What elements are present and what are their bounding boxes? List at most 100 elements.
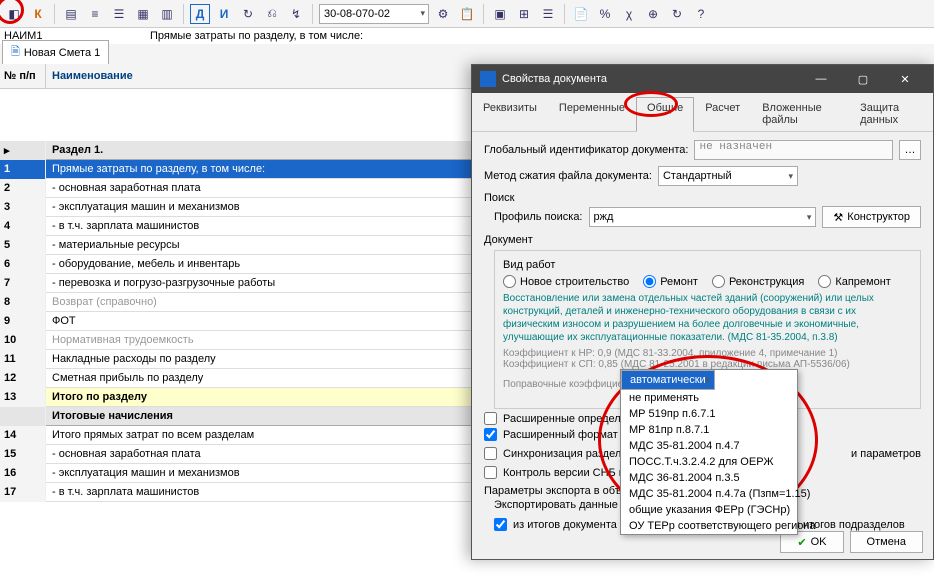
tab-label: Новая Смета 1 xyxy=(24,47,100,59)
tb-sep xyxy=(483,4,484,24)
dd-item[interactable]: ПОСС.Т.ч.3.2.4.2 для ОЕРЖ xyxy=(621,454,797,470)
section-row[interactable]: ▸ Раздел 1. xyxy=(0,141,471,160)
tab-security[interactable]: Защита данных xyxy=(849,97,933,131)
close-button[interactable]: ✕ xyxy=(885,65,925,93)
tb-icon-11[interactable]: ⊞ xyxy=(514,4,534,24)
maximize-button[interactable]: ▢ xyxy=(843,65,883,93)
table-row[interactable]: 13Итого по разделу xyxy=(0,388,471,407)
tb-icon-d[interactable]: Д xyxy=(190,4,210,24)
tb-icon-doc[interactable]: ▤ xyxy=(61,4,81,24)
tb-icon-6[interactable]: ⎌ xyxy=(262,4,282,24)
radio-new[interactable]: Новое строительство xyxy=(503,275,629,288)
main-toolbar: ◧ К ▤ ≡ ☰ ▦ ▥ Д И ↻ ⎌ ↯ 30-08-070-02 ⚙ 📋… xyxy=(0,0,934,28)
table-row[interactable]: 16- эксплуатация машин и механизмов xyxy=(0,464,471,483)
dialog-tabs: Реквизиты Переменные Общие Расчет Вложен… xyxy=(472,93,933,132)
tb-icon-7[interactable]: ↯ xyxy=(286,4,306,24)
tb-icon-15[interactable]: χ xyxy=(619,4,639,24)
tb-icon-17[interactable]: ↻ xyxy=(667,4,687,24)
tb-icon-13[interactable]: 📄 xyxy=(571,4,591,24)
dd-item[interactable]: МДС 36-81.2004 п.3.5 xyxy=(621,470,797,486)
dd-item[interactable]: не применять xyxy=(621,390,797,406)
minimize-button[interactable]: — xyxy=(801,65,841,93)
table-row[interactable]: 6- оборудование, мебель и инвентарь xyxy=(0,255,471,274)
gear-icon: ⚒ xyxy=(833,211,843,224)
table-row[interactable]: 10Нормативная трудоемкость xyxy=(0,331,471,350)
table-row[interactable]: 4- в т.ч. зарплата машинистов xyxy=(0,217,471,236)
dd-item[interactable]: общие указания ФЕРр (ГЭСНр) xyxy=(621,502,797,518)
document-group-title: Документ xyxy=(484,234,921,246)
tab-new-estimate[interactable]: 🗎 Новая Смета 1 xyxy=(2,40,109,64)
grid-header: № п/п Наименование xyxy=(0,64,471,89)
tb-icon-12[interactable]: ☰ xyxy=(538,4,558,24)
table-row[interactable]: 7- перевозка и погрузо-разгрузочные рабо… xyxy=(0,274,471,293)
table-row[interactable]: 11Накладные расходы по разделу xyxy=(0,350,471,369)
table-row[interactable]: 2- основная заработная плата xyxy=(0,179,471,198)
tb-icon-1[interactable]: ◧ xyxy=(4,4,24,24)
tb-icon-tree[interactable]: ☰ xyxy=(109,4,129,24)
method-label: Метод сжатия файла документа: xyxy=(484,170,652,182)
grid-panel: № п/п Наименование ▸ Раздел 1. 1Прямые з… xyxy=(0,64,471,576)
table-row[interactable]: 1Прямые затраты по разделу, в том числе: xyxy=(0,160,471,179)
col-num-header[interactable]: № п/п xyxy=(0,64,46,88)
tb-icon-i[interactable]: И xyxy=(214,4,234,24)
radio-repair[interactable]: Ремонт xyxy=(643,275,698,288)
cancel-button[interactable]: Отмена xyxy=(850,531,923,553)
document-properties-dialog: Свойства документа — ▢ ✕ Реквизиты Перем… xyxy=(471,64,934,560)
tb-icon-4[interactable]: ▦ xyxy=(133,4,153,24)
table-row[interactable]: 8Возврат (справочно) xyxy=(0,293,471,312)
table-row[interactable]: 9ФОТ xyxy=(0,312,471,331)
chk-export-doc[interactable]: из итогов документа xyxy=(494,518,617,531)
dd-item[interactable]: МР 519пр п.6.7.1 xyxy=(621,406,797,422)
tb-icon-list[interactable]: ≡ xyxy=(85,4,105,24)
tb-icon-arrow[interactable]: ↻ xyxy=(238,4,258,24)
tb-icon-16[interactable]: ⊕ xyxy=(643,4,663,24)
radio-reconstruction[interactable]: Реконструкция xyxy=(712,275,804,288)
tab-requisites[interactable]: Реквизиты xyxy=(472,97,548,131)
tab-general[interactable]: Общие xyxy=(636,97,694,132)
table-row[interactable]: 5- материальные ресурсы xyxy=(0,236,471,255)
tb-icon-18[interactable]: ? xyxy=(691,4,711,24)
dialog-title: Свойства документа xyxy=(502,73,607,85)
correction-dropdown[interactable]: автоматически не применять МР 519пр п.6.… xyxy=(620,369,798,535)
totals-section[interactable]: Итоговые начисления xyxy=(0,407,471,426)
method-select[interactable]: Стандартный xyxy=(658,166,798,186)
table-row[interactable]: 12Сметная прибыль по разделу xyxy=(0,369,471,388)
tb-icon-k[interactable]: К xyxy=(28,4,48,24)
table-row[interactable]: 3- эксплуатация машин и механизмов xyxy=(0,198,471,217)
dd-item[interactable]: МДС 35-81.2004 п.4.7а (Пзпм=1.15) xyxy=(621,486,797,502)
col-name-header[interactable]: Наименование xyxy=(46,64,471,88)
radio-capital[interactable]: Капремонт xyxy=(818,275,891,288)
constructor-button[interactable]: ⚒ Конструктор xyxy=(822,206,921,228)
tb-icon-14[interactable]: % xyxy=(595,4,615,24)
tb-icon-9[interactable]: 📋 xyxy=(457,4,477,24)
chk-sync-sections[interactable]: Синхронизация разделов xyxy=(484,447,633,460)
guid-label: Глобальный идентификатор документа: xyxy=(484,144,688,156)
tab-calc[interactable]: Расчет xyxy=(694,97,751,131)
toolbar-combo[interactable]: 30-08-070-02 xyxy=(319,4,429,24)
work-kind-label: Вид работ xyxy=(503,259,912,271)
tb-icon-5[interactable]: ▥ xyxy=(157,4,177,24)
tb-sep xyxy=(183,4,184,24)
sync-tail: и параметров xyxy=(851,448,921,460)
profile-label: Профиль поиска: xyxy=(494,211,583,223)
doc-icon: 🗎 xyxy=(11,43,20,62)
table-row[interactable]: 15- основная заработная плата xyxy=(0,445,471,464)
dd-item[interactable]: МР 81пр п.8.7.1 xyxy=(621,422,797,438)
dd-item[interactable]: ОУ ТЕРр соответствующего региона xyxy=(621,518,797,534)
table-row[interactable]: 14Итого прямых затрат по всем разделам xyxy=(0,426,471,445)
tb-icon-10[interactable]: ▣ xyxy=(490,4,510,24)
tb-sep xyxy=(54,4,55,24)
tab-variables[interactable]: Переменные xyxy=(548,97,636,131)
guid-pick-button[interactable]: … xyxy=(899,140,921,160)
profile-select[interactable]: ржд xyxy=(589,207,817,227)
dialog-icon xyxy=(480,71,496,87)
dialog-titlebar[interactable]: Свойства документа — ▢ ✕ xyxy=(472,65,933,93)
subheader-text: Прямые затраты по разделу, в том числе: xyxy=(150,30,934,42)
dd-item[interactable]: МДС 35-81.2004 п.4.7 xyxy=(621,438,797,454)
tb-icon-8[interactable]: ⚙ xyxy=(433,4,453,24)
search-group-title: Поиск xyxy=(484,192,921,204)
check-icon: ✔ xyxy=(797,536,806,549)
table-row[interactable]: 17- в т.ч. зарплата машинистов xyxy=(0,483,471,502)
tab-attachments[interactable]: Вложенные файлы xyxy=(751,97,849,131)
dd-item[interactable]: автоматически xyxy=(621,370,715,390)
